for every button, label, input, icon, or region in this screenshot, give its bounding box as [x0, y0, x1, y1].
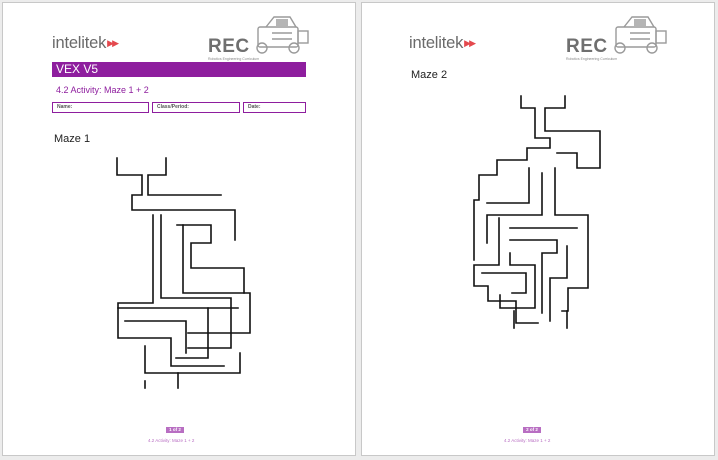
- page-number-badge: 1 of 2: [166, 427, 184, 433]
- maze-2: [473, 95, 601, 329]
- footer-text: 4.2 Activity: Maze 1 + 2: [504, 438, 551, 443]
- maze-1: [116, 157, 251, 389]
- page-number-badge: 2 of 2: [523, 427, 541, 433]
- document-page-1: intelitek▶▶ REC Robotics Engineering Cur…: [2, 2, 356, 456]
- document-page-2: intelitek▶▶ REC Robotics Engineering Cur…: [361, 2, 715, 456]
- footer-text: 4.2 Activity: Maze 1 + 2: [148, 438, 195, 443]
